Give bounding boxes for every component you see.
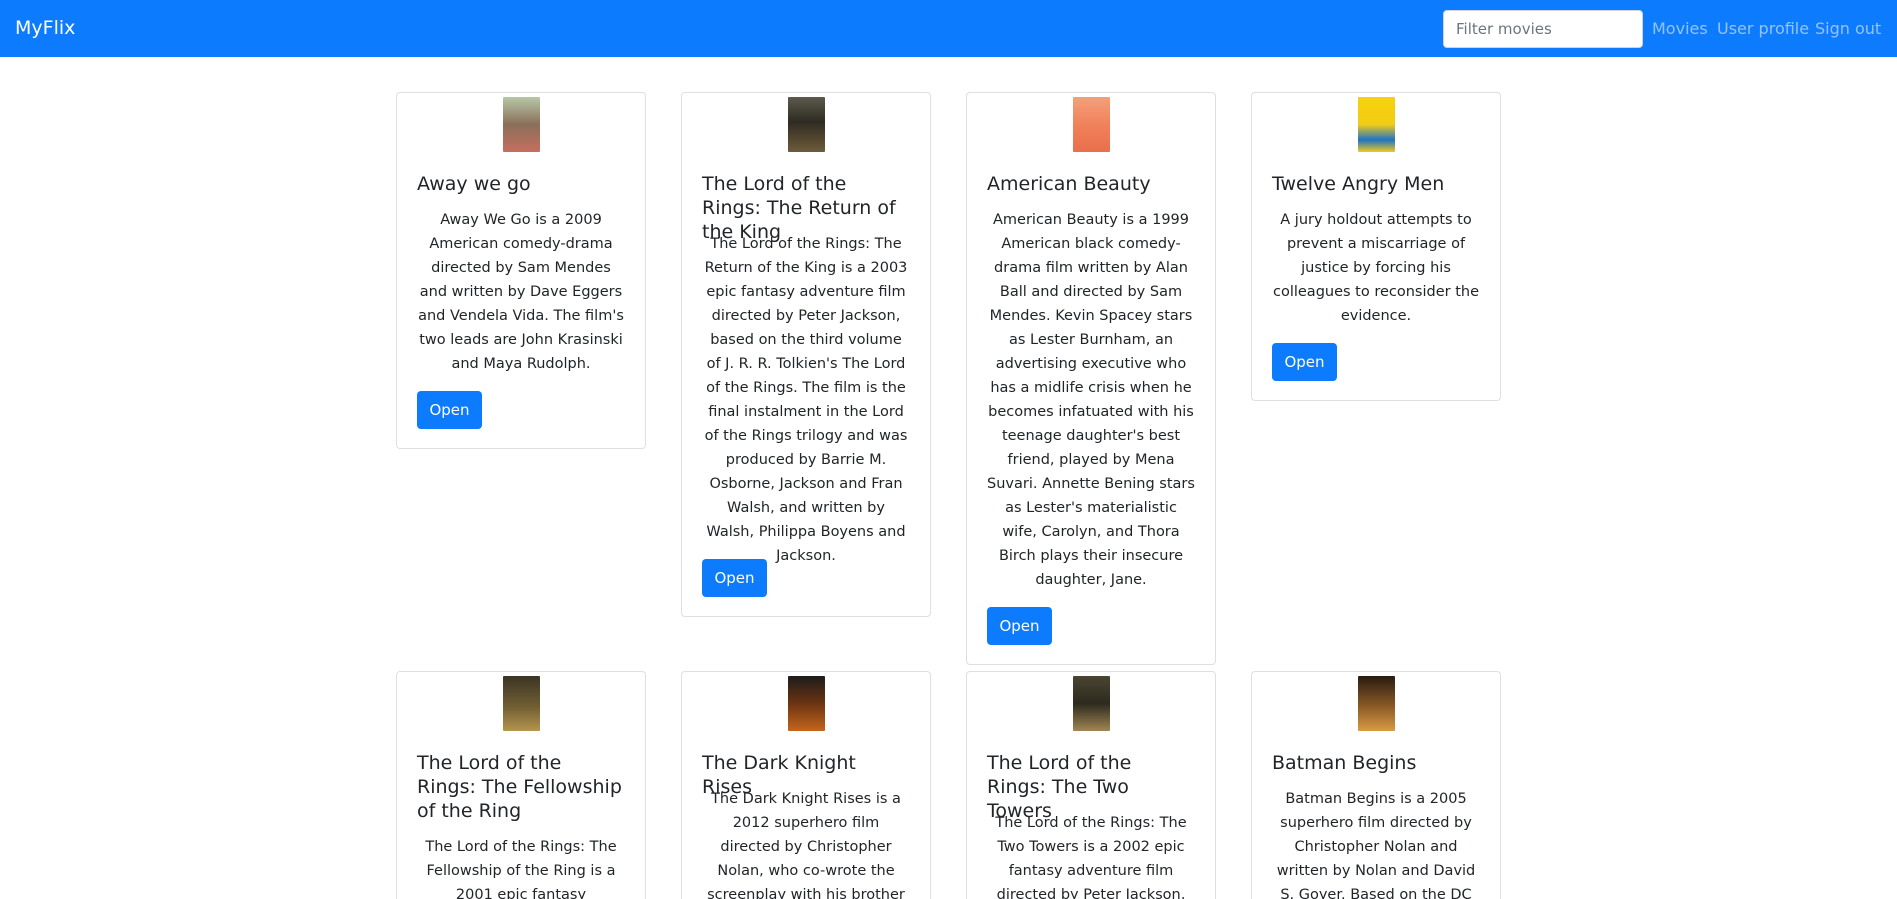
movie-title: Away we go: [417, 173, 531, 195]
movie-card: American Beauty American Beauty is a 199…: [966, 92, 1216, 665]
movie-card: The Lord of the Rings: The Fellowship of…: [396, 671, 646, 899]
movie-title: American Beauty: [987, 173, 1151, 195]
navbar: MyFlix Movies User profile Sign out: [0, 0, 1897, 57]
movie-poster: [1358, 97, 1395, 152]
open-button[interactable]: Open: [1272, 343, 1337, 381]
movie-description: American Beauty is a 1999 American black…: [987, 212, 1195, 588]
movie-title: Twelve Angry Men: [1272, 173, 1445, 195]
movie-description: A jury holdout attempts to prevent a mis…: [1272, 212, 1480, 324]
movie-card: Twelve Angry Men A jury holdout attempts…: [1251, 92, 1501, 401]
movie-card: The Dark Knight Rises The Dark Knight Ri…: [681, 671, 931, 899]
movie-poster: [1073, 676, 1110, 731]
movie-description: The Dark Knight Rises is a 2012 superher…: [707, 791, 905, 899]
open-button[interactable]: Open: [417, 391, 482, 429]
filter-movies-input[interactable]: [1443, 10, 1643, 48]
movie-card: Batman Begins Batman Begins is a 2005 su…: [1251, 671, 1501, 899]
nav-link-sign-out[interactable]: Sign out: [1815, 19, 1881, 38]
movie-poster: [503, 97, 540, 152]
movie-card: Away we go Away We Go is a 2009 American…: [396, 92, 646, 449]
movie-description: The Lord of the Rings: The Two Towers is…: [995, 815, 1187, 899]
movie-poster: [1358, 676, 1395, 731]
movie-card: The Lord of the Rings: The Two Towers Th…: [966, 671, 1216, 899]
nav-link-movies[interactable]: Movies: [1652, 19, 1708, 38]
movie-title: The Lord of the Rings: The Fellowship of…: [417, 752, 622, 822]
movie-poster: [788, 97, 825, 152]
movie-description: The Lord of the Rings: The Return of the…: [704, 236, 908, 564]
nav-link-user-profile[interactable]: User profile: [1717, 19, 1809, 38]
movie-poster: [1073, 97, 1110, 152]
movie-description: Batman Begins is a 2005 superhero film d…: [1276, 791, 1476, 899]
movie-description: Away We Go is a 2009 American comedy-dra…: [418, 212, 624, 372]
movie-card: The Lord of the Rings: The Return of the…: [681, 92, 931, 617]
movie-title: Batman Begins: [1272, 752, 1417, 774]
open-button[interactable]: Open: [987, 607, 1052, 645]
movie-poster: [503, 676, 540, 731]
movie-description: The Lord of the Rings: The Fellowship of…: [425, 839, 617, 899]
brand-logo[interactable]: MyFlix: [15, 17, 75, 39]
movie-poster: [788, 676, 825, 731]
open-button[interactable]: Open: [702, 559, 767, 597]
